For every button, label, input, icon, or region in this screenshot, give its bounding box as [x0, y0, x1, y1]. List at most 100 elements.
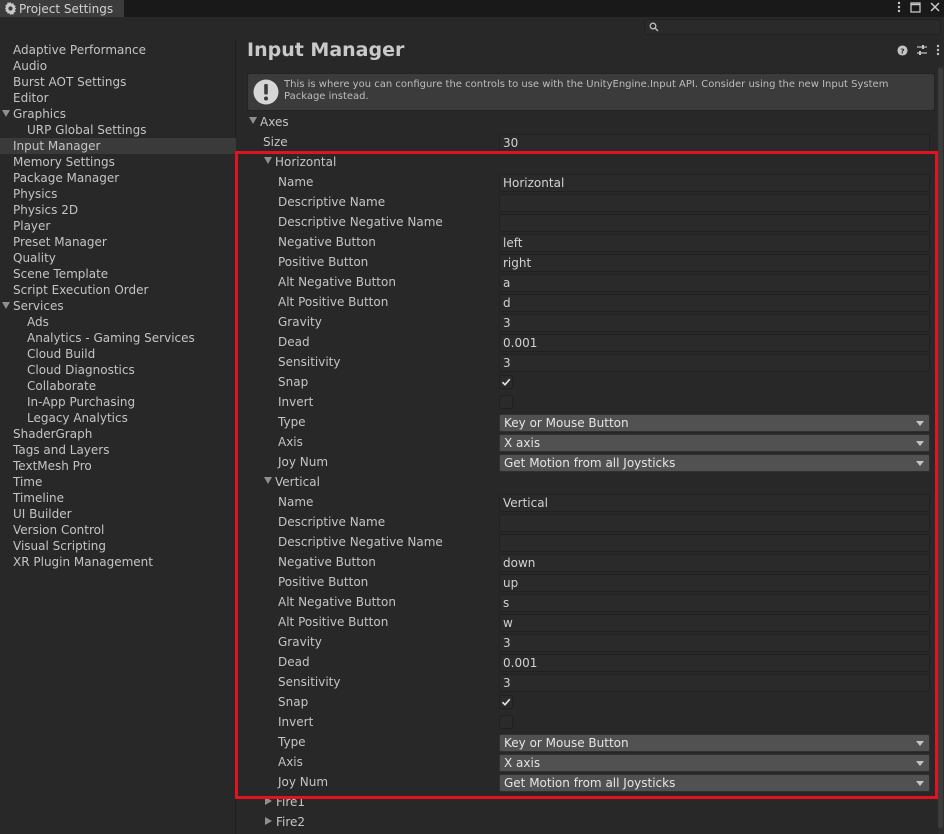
sidebar-item-preset-manager[interactable]: Preset Manager	[0, 234, 236, 250]
window-tab[interactable]: Project Settings	[0, 0, 124, 17]
sidebar-item-textmesh-pro[interactable]: TextMesh Pro	[0, 458, 236, 474]
field-label: Descriptive Name	[278, 515, 386, 529]
gravity-input[interactable]: 3	[499, 314, 930, 332]
sidebar-item-ads[interactable]: Ads	[0, 314, 236, 330]
sidebar-item-input-manager[interactable]: Input Manager	[0, 138, 236, 154]
axis-foldout-fire1[interactable]: Fire1	[237, 793, 937, 813]
dropdown-value: Key or Mouse Button	[504, 416, 629, 430]
page-title: Input Manager	[247, 39, 405, 61]
sidebar-item-package-manager[interactable]: Package Manager	[0, 170, 236, 186]
close-icon[interactable]	[930, 2, 940, 15]
axis-dropdown[interactable]: X axis	[499, 754, 930, 772]
kebab-menu-icon[interactable]	[897, 1, 901, 16]
axis-foldout-horizontal[interactable]: Horizontal	[237, 153, 937, 173]
alt-negative-button-input[interactable]: a	[499, 274, 930, 292]
field-row-invert: Invert	[237, 393, 937, 413]
sidebar-item-cloud-build[interactable]: Cloud Build	[0, 346, 236, 362]
sidebar-item-visual-scripting[interactable]: Visual Scripting	[0, 538, 236, 554]
maximize-icon[interactable]	[910, 1, 921, 16]
sidebar-item-version-control[interactable]: Version Control	[0, 522, 236, 538]
sidebar-item-audio[interactable]: Audio	[0, 58, 236, 74]
joy-num-dropdown[interactable]: Get Motion from all Joysticks	[499, 454, 930, 472]
type-dropdown[interactable]: Key or Mouse Button	[499, 734, 930, 752]
sidebar-item-editor[interactable]: Editor	[0, 90, 236, 106]
snap-checkbox[interactable]	[499, 375, 513, 389]
sidebar-item-label: Scene Template	[13, 267, 109, 281]
negative-button-input[interactable]: left	[499, 234, 930, 252]
snap-checkbox[interactable]	[499, 695, 513, 709]
sidebar-item-physics[interactable]: Physics	[0, 186, 236, 202]
dead-input[interactable]: 0.001	[499, 654, 930, 672]
axis-foldout-vertical[interactable]: Vertical	[237, 473, 937, 493]
scrollbar-thumb[interactable]	[938, 68, 943, 828]
positive-button-input[interactable]: up	[499, 574, 930, 592]
sidebar-item-tags-and-layers[interactable]: Tags and Layers	[0, 442, 236, 458]
invert-checkbox[interactable]	[499, 395, 513, 409]
foldout-label: Vertical	[275, 475, 320, 489]
descriptive-name-input[interactable]	[499, 514, 930, 532]
invert-checkbox[interactable]	[499, 715, 513, 729]
foldout-closed-icon[interactable]	[265, 797, 272, 805]
chevron-down-icon[interactable]	[2, 110, 10, 117]
input-manager-panel: Input Manager ? This is where you can co…	[235, 38, 944, 834]
foldout-open-icon[interactable]	[264, 477, 272, 484]
sidebar-item-xr-plugin-management[interactable]: XR Plugin Management	[0, 554, 236, 570]
sensitivity-input[interactable]: 3	[499, 674, 930, 692]
joy-num-dropdown[interactable]: Get Motion from all Joysticks	[499, 774, 930, 792]
svg-text:?: ?	[900, 46, 904, 55]
negative-button-input[interactable]: down	[499, 554, 930, 572]
field-label: Positive Button	[278, 575, 369, 589]
descriptive-name-input[interactable]	[499, 194, 930, 212]
sidebar-item-in-app-purchasing[interactable]: In-App Purchasing	[0, 394, 236, 410]
sidebar-item-script-execution-order[interactable]: Script Execution Order	[0, 282, 236, 298]
axis-foldout-fire2[interactable]: Fire2	[237, 813, 937, 833]
sidebar-item-ui-builder[interactable]: UI Builder	[0, 506, 236, 522]
sidebar-item-scene-template[interactable]: Scene Template	[0, 266, 236, 282]
help-icon[interactable]: ?	[897, 44, 908, 59]
descriptive-negative-name-input[interactable]	[499, 534, 930, 552]
sidebar-item-analytics-gaming-services[interactable]: Analytics - Gaming Services	[0, 330, 236, 346]
name-input[interactable]: Vertical	[499, 494, 930, 512]
sidebar-item-physics-2d[interactable]: Physics 2D	[0, 202, 236, 218]
field-label: Dead	[278, 335, 310, 349]
sidebar-item-collaborate[interactable]: Collaborate	[0, 378, 236, 394]
sidebar-item-quality[interactable]: Quality	[0, 250, 236, 266]
type-dropdown[interactable]: Key or Mouse Button	[499, 414, 930, 432]
size-input[interactable]: 30	[499, 134, 930, 152]
gravity-input[interactable]: 3	[499, 634, 930, 652]
name-input[interactable]: Horizontal	[499, 174, 930, 192]
foldout-open-icon[interactable]	[264, 157, 272, 164]
foldout-open-icon[interactable]	[249, 117, 257, 124]
alt-negative-button-input[interactable]: s	[499, 594, 930, 612]
descriptive-negative-name-input[interactable]	[499, 214, 930, 232]
sidebar-item-graphics[interactable]: Graphics	[0, 106, 236, 122]
sidebar-item-cloud-diagnostics[interactable]: Cloud Diagnostics	[0, 362, 236, 378]
sidebar-item-services[interactable]: Services	[0, 298, 236, 314]
alt-positive-button-input[interactable]: w	[499, 614, 930, 632]
sidebar-item-shadergraph[interactable]: ShaderGraph	[0, 426, 236, 442]
axes-foldout[interactable]: Axes	[237, 113, 937, 133]
search-input[interactable]	[644, 19, 941, 35]
sidebar-item-urp-global-settings[interactable]: URP Global Settings	[0, 122, 236, 138]
field-row-negative-button: Negative Button left	[237, 233, 937, 253]
preset-icon[interactable]	[916, 44, 928, 59]
chevron-down-icon[interactable]	[2, 302, 10, 309]
sensitivity-input[interactable]: 3	[499, 354, 930, 372]
sidebar-item-timeline[interactable]: Timeline	[0, 490, 236, 506]
foldout-closed-icon[interactable]	[265, 817, 272, 825]
sidebar-item-time[interactable]: Time	[0, 474, 236, 490]
sidebar-item-memory-settings[interactable]: Memory Settings	[0, 154, 236, 170]
sidebar-item-burst-aot-settings[interactable]: Burst AOT Settings	[0, 74, 236, 90]
dead-input[interactable]: 0.001	[499, 334, 930, 352]
sidebar-item-label: Visual Scripting	[13, 539, 106, 553]
axis-dropdown[interactable]: X axis	[499, 434, 930, 452]
positive-button-input[interactable]: right	[499, 254, 930, 272]
foldout-label: Fire1	[276, 795, 306, 809]
sidebar-item-legacy-analytics[interactable]: Legacy Analytics	[0, 410, 236, 426]
field-row-dead: Dead 0.001	[237, 333, 937, 353]
alt-positive-button-input[interactable]: d	[499, 294, 930, 312]
more-icon[interactable]	[936, 44, 940, 59]
field-label: Descriptive Name	[278, 195, 386, 209]
sidebar-item-player[interactable]: Player	[0, 218, 236, 234]
sidebar-item-adaptive-performance[interactable]: Adaptive Performance	[0, 42, 236, 58]
